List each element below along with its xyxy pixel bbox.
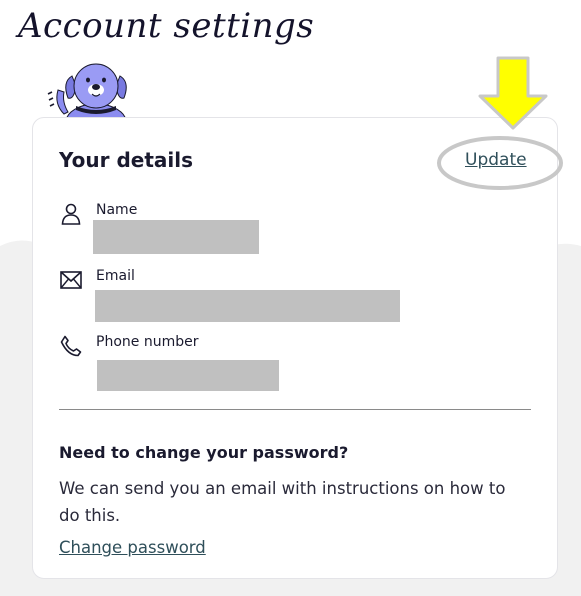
card-title: Your details bbox=[59, 148, 194, 172]
name-label: Name bbox=[96, 202, 138, 218]
section-divider bbox=[59, 409, 531, 410]
password-description: We can send you an email with instructio… bbox=[59, 479, 506, 525]
your-details-card: Your details Update Name Email Phone num… bbox=[32, 117, 558, 579]
dog-mascot-icon bbox=[47, 63, 127, 120]
envelope-icon bbox=[60, 271, 82, 289]
phone-label: Phone number bbox=[96, 334, 199, 350]
person-icon bbox=[61, 203, 81, 225]
page-title: Account settings bbox=[18, 6, 315, 46]
change-password-link[interactable]: Change password bbox=[59, 538, 206, 557]
phone-icon bbox=[60, 335, 82, 357]
email-value-redacted bbox=[95, 290, 400, 322]
update-link[interactable]: Update bbox=[465, 150, 527, 170]
phone-value-redacted bbox=[97, 360, 279, 391]
email-label: Email bbox=[96, 268, 135, 284]
password-heading: Need to change your password? bbox=[59, 443, 349, 462]
name-value-redacted bbox=[93, 220, 259, 254]
